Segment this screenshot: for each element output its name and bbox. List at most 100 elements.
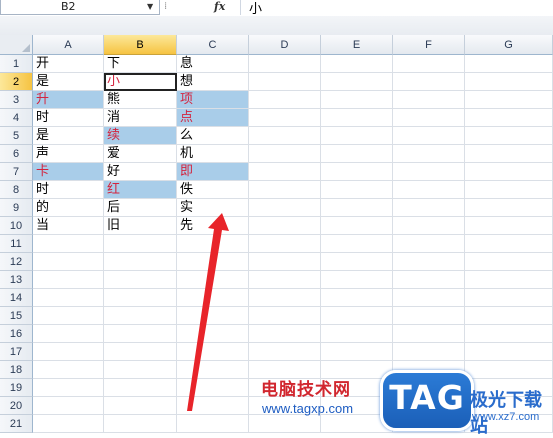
cell-d9[interactable] [249, 199, 321, 217]
column-header-c[interactable]: C [177, 35, 249, 55]
cell-c17[interactable] [177, 343, 249, 361]
cell-d17[interactable] [249, 343, 321, 361]
cell-b15[interactable] [104, 307, 177, 325]
insert-function-icon[interactable]: fx [214, 0, 236, 15]
row-header-5[interactable]: 5 [0, 127, 33, 145]
cell-e6[interactable] [321, 145, 393, 163]
cell-g8[interactable] [465, 181, 553, 199]
cell-b8[interactable]: 红 [104, 181, 177, 199]
cell-e17[interactable] [321, 343, 393, 361]
cell-f3[interactable] [393, 91, 465, 109]
cell-f17[interactable] [393, 343, 465, 361]
cell-a2[interactable]: 是 [33, 73, 104, 91]
column-header-b[interactable]: B [104, 35, 177, 55]
grip-icon[interactable]: ⁞ [164, 0, 174, 13]
cell-b14[interactable] [104, 289, 177, 307]
cell-g14[interactable] [465, 289, 553, 307]
cell-f4[interactable] [393, 109, 465, 127]
cell-e13[interactable] [321, 271, 393, 289]
cell-d7[interactable] [249, 163, 321, 181]
cell-g18[interactable] [465, 361, 553, 379]
column-header-e[interactable]: E [321, 35, 393, 55]
row-header-20[interactable]: 20 [0, 397, 33, 415]
row-header-7[interactable]: 7 [0, 163, 33, 181]
cell-d1[interactable] [249, 55, 321, 73]
cell-g3[interactable] [465, 91, 553, 109]
cell-a16[interactable] [33, 325, 104, 343]
row-header-21[interactable]: 21 [0, 415, 33, 433]
cell-f14[interactable] [393, 289, 465, 307]
cell-e10[interactable] [321, 217, 393, 235]
cell-d6[interactable] [249, 145, 321, 163]
cell-a3[interactable]: 升 [33, 91, 104, 109]
cell-b17[interactable] [104, 343, 177, 361]
cell-c13[interactable] [177, 271, 249, 289]
cell-d11[interactable] [249, 235, 321, 253]
cell-a6[interactable]: 声 [33, 145, 104, 163]
cell-f15[interactable] [393, 307, 465, 325]
cell-g2[interactable] [465, 73, 553, 91]
cell-d2[interactable] [249, 73, 321, 91]
row-header-11[interactable]: 11 [0, 235, 33, 253]
cell-g1[interactable] [465, 55, 553, 73]
cell-c4[interactable]: 点 [177, 109, 249, 127]
cell-a12[interactable] [33, 253, 104, 271]
cell-a13[interactable] [33, 271, 104, 289]
row-header-14[interactable]: 14 [0, 289, 33, 307]
cell-a14[interactable] [33, 289, 104, 307]
cell-d21[interactable] [249, 415, 321, 433]
cell-b13[interactable] [104, 271, 177, 289]
cell-b5[interactable]: 续 [104, 127, 177, 145]
cell-d13[interactable] [249, 271, 321, 289]
cell-e3[interactable] [321, 91, 393, 109]
cell-b19[interactable] [104, 379, 177, 397]
cell-f1[interactable] [393, 55, 465, 73]
name-box[interactable]: B2 ▼ [0, 0, 160, 15]
cell-f2[interactable] [393, 73, 465, 91]
row-header-13[interactable]: 13 [0, 271, 33, 289]
cell-a8[interactable]: 时 [33, 181, 104, 199]
cell-a21[interactable] [33, 415, 104, 433]
cell-a19[interactable] [33, 379, 104, 397]
cell-g7[interactable] [465, 163, 553, 181]
cell-d10[interactable] [249, 217, 321, 235]
cell-b7[interactable]: 好 [104, 163, 177, 181]
cell-b20[interactable] [104, 397, 177, 415]
row-header-2[interactable]: 2 [0, 73, 33, 91]
cell-c10[interactable]: 先 [177, 217, 249, 235]
cell-e1[interactable] [321, 55, 393, 73]
row-header-6[interactable]: 6 [0, 145, 33, 163]
cell-b12[interactable] [104, 253, 177, 271]
cell-d14[interactable] [249, 289, 321, 307]
cell-a1[interactable]: 开 [33, 55, 104, 73]
cell-d16[interactable] [249, 325, 321, 343]
cell-c15[interactable] [177, 307, 249, 325]
cell-b2[interactable]: 小 [104, 73, 177, 91]
cell-f10[interactable] [393, 217, 465, 235]
cell-g11[interactable] [465, 235, 553, 253]
cell-b21[interactable] [104, 415, 177, 433]
cell-b11[interactable] [104, 235, 177, 253]
column-header-d[interactable]: D [249, 35, 321, 55]
cell-g16[interactable] [465, 325, 553, 343]
cell-g15[interactable] [465, 307, 553, 325]
formula-input[interactable]: 小 [240, 0, 553, 17]
cell-f11[interactable] [393, 235, 465, 253]
row-header-1[interactable]: 1 [0, 55, 33, 73]
row-header-18[interactable]: 18 [0, 361, 33, 379]
cell-e9[interactable] [321, 199, 393, 217]
row-header-4[interactable]: 4 [0, 109, 33, 127]
cell-a18[interactable] [33, 361, 104, 379]
cell-e4[interactable] [321, 109, 393, 127]
cell-g12[interactable] [465, 253, 553, 271]
cell-e11[interactable] [321, 235, 393, 253]
cell-a17[interactable] [33, 343, 104, 361]
cell-g17[interactable] [465, 343, 553, 361]
cell-f16[interactable] [393, 325, 465, 343]
cell-d12[interactable] [249, 253, 321, 271]
cell-c20[interactable] [177, 397, 249, 415]
cell-c19[interactable] [177, 379, 249, 397]
cell-e15[interactable] [321, 307, 393, 325]
row-header-19[interactable]: 19 [0, 379, 33, 397]
cell-f9[interactable] [393, 199, 465, 217]
